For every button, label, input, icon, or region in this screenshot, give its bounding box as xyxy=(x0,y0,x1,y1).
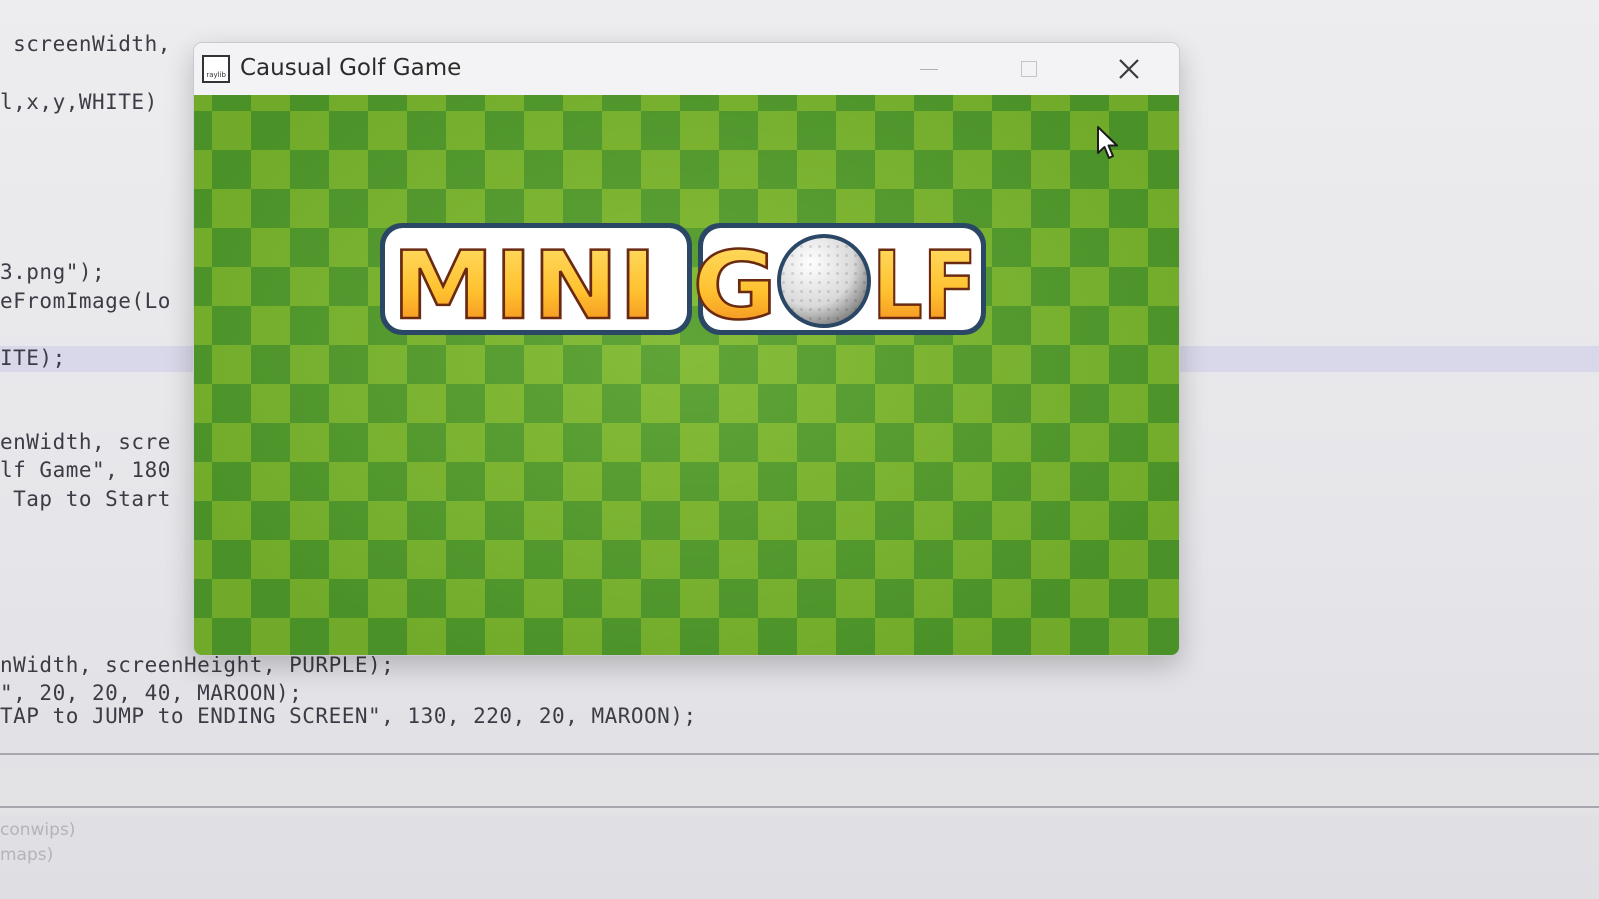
code-line: enWidth, scre xyxy=(0,430,171,454)
mini-golf-logo: MINI G LF xyxy=(380,223,986,342)
output-toolbar xyxy=(0,770,1599,815)
window-title: Causual Golf Game xyxy=(240,55,462,81)
close-icon xyxy=(1119,59,1139,79)
logo-text-left: MINI G xyxy=(392,232,777,341)
minimize-button[interactable] xyxy=(894,49,964,89)
app-icon-label: raylib xyxy=(206,71,226,79)
logo-text-right: LF xyxy=(872,232,977,341)
window-titlebar[interactable]: raylib Causual Golf Game xyxy=(194,43,1179,95)
code-line: TAP to JUMP to ENDING SCREEN", 130, 220,… xyxy=(0,704,697,728)
code-line: lf Game", 180 xyxy=(0,458,171,482)
output-line: conwips) xyxy=(0,820,76,840)
raylib-app-icon: raylib xyxy=(202,55,230,83)
desktop-screen: screenWidth, l,x,y,WHITE) 3.png"); eFrom… xyxy=(0,0,1599,899)
maximize-button[interactable] xyxy=(994,49,1064,89)
minimize-icon xyxy=(920,68,938,70)
game-window[interactable]: raylib Causual Golf Game MINI G LF xyxy=(193,42,1180,656)
mouse-pointer-icon xyxy=(1097,126,1118,159)
game-canvas[interactable]: MINI G LF xyxy=(194,95,1179,655)
maximize-icon xyxy=(1021,61,1037,77)
output-divider xyxy=(0,806,1599,808)
editor-divider xyxy=(0,753,1599,755)
code-line: l,x,y,WHITE) xyxy=(0,90,158,114)
code-line: nWidth, screenHeight, PURPLE); xyxy=(0,653,395,677)
code-line: ITE); xyxy=(0,346,66,370)
code-line: 3.png"); xyxy=(0,260,106,284)
code-line: screenWidth, xyxy=(0,32,185,56)
output-line: maps) xyxy=(0,845,54,865)
code-line: Tap to Start xyxy=(0,487,171,511)
code-line: ", 20, 20, 40, MAROON); xyxy=(0,681,303,705)
close-button[interactable] xyxy=(1094,49,1164,89)
code-line: eFromImage(Lo xyxy=(0,289,171,313)
canvas-vignette xyxy=(194,95,1179,655)
